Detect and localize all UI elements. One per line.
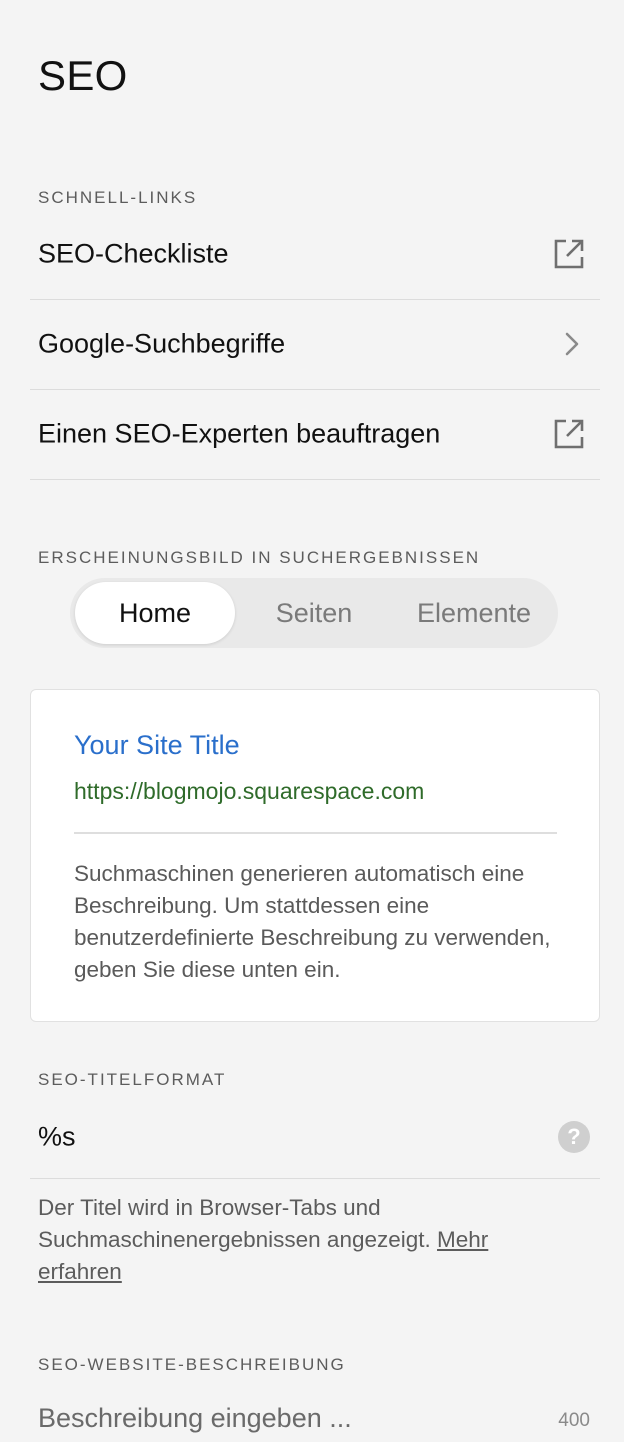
site-description-label: SEO-WEBSITE-BESCHREIBUNG [38, 1355, 346, 1374]
seo-panel: SEO SCHNELL-LINKS SEO-Checkliste Google-… [0, 0, 624, 1442]
preview-divider [74, 832, 557, 834]
hire-seo-expert-link[interactable]: Einen SEO-Experten beauftragen [30, 389, 600, 480]
preview-url: https://blogmojo.squarespace.com [74, 778, 425, 804]
google-search-terms-label: Google-Suchbegriffe [38, 328, 286, 359]
search-result-preview: Your Site Title https://blogmojo.squares… [30, 689, 600, 1022]
page-title: SEO [38, 52, 128, 99]
site-description-input[interactable] [38, 1403, 518, 1434]
title-format-help: Der Titel wird in Browser-Tabs und Suchm… [38, 1192, 578, 1288]
external-link-icon [554, 239, 584, 269]
external-link-icon [554, 419, 584, 449]
title-format-label: SEO-TITELFORMAT [38, 1070, 227, 1089]
title-format-help-text: Der Titel wird in Browser-Tabs und Suchm… [38, 1195, 431, 1252]
title-format-input[interactable] [38, 1121, 518, 1153]
question-mark-icon[interactable]: ? [558, 1121, 590, 1153]
tab-pages[interactable]: Seiten [234, 582, 394, 644]
char-limit-counter: 400 [558, 1410, 590, 1431]
preview-description: Suchmaschinen generieren automatisch ein… [74, 861, 551, 982]
seo-checklist-label: SEO-Checkliste [38, 238, 229, 269]
search-appearance-label: ERSCHEINUNGSBILD IN SUCHERGEBNISSEN [38, 548, 481, 567]
tab-elements[interactable]: Elemente [394, 582, 554, 644]
google-search-terms-link[interactable]: Google-Suchbegriffe [30, 299, 600, 390]
title-format-field-row: ? [30, 1096, 600, 1179]
hire-seo-expert-label: Einen SEO-Experten beauftragen [38, 418, 441, 449]
quick-links-label: SCHNELL-LINKS [38, 188, 198, 207]
tab-home[interactable]: Home [75, 582, 235, 644]
seo-checklist-link[interactable]: SEO-Checkliste [30, 209, 600, 300]
appearance-tabs: Home Seiten Elemente [70, 578, 558, 648]
chevron-right-icon [565, 332, 579, 356]
preview-title: Your Site Title [74, 730, 240, 760]
